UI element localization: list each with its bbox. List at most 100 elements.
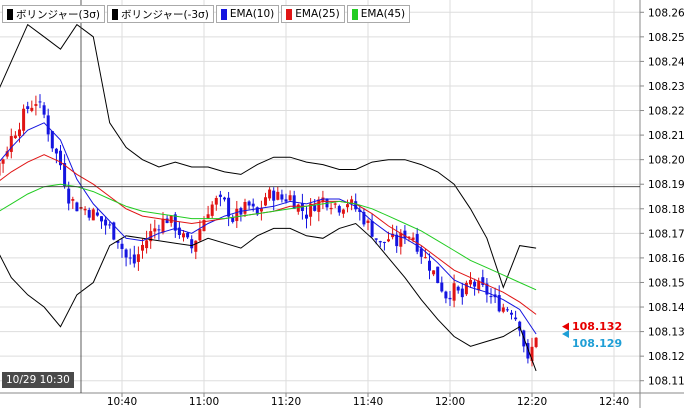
candle-body [71, 199, 75, 201]
candle-body [276, 191, 280, 200]
candle-body [214, 197, 218, 205]
candle-body [161, 218, 165, 233]
candle-body [387, 239, 390, 242]
y-tick-label: 108.20 [648, 155, 684, 167]
candle-body [370, 220, 374, 237]
candle-body [460, 288, 464, 298]
candle-body [456, 286, 460, 291]
x-tick-label: 12:00 [435, 396, 465, 408]
legend-item-bb-lower[interactable]: ボリンジャー(-3σ) [107, 5, 214, 23]
candle-body [120, 243, 124, 249]
candle-body [132, 254, 136, 264]
candle-body [280, 194, 284, 200]
candle-body [272, 190, 276, 201]
ema25-price-tag: 108.132 [572, 319, 623, 333]
candle-body [268, 189, 272, 199]
candle-body [206, 214, 210, 219]
candle-body [177, 227, 181, 235]
y-tick-label: 108.18 [648, 204, 684, 216]
legend-item-ema45[interactable]: EMA(45) [346, 5, 411, 23]
candle-body [510, 312, 513, 315]
candle-body [333, 203, 337, 205]
candle-body [91, 209, 95, 221]
candle-body [190, 239, 194, 249]
candle-body [124, 249, 128, 258]
candle-body [227, 197, 231, 217]
candle-body [251, 203, 255, 207]
candle-body [182, 233, 185, 238]
legend-swatch-ema45 [351, 8, 358, 20]
candle-body [403, 230, 407, 239]
y-tick-label: 108.24 [648, 56, 684, 68]
candle-body [108, 224, 112, 226]
legend: ボリンジャー(3σ) ボリンジャー(-3σ) EMA(10) EMA(25) E… [2, 5, 411, 23]
y-tick-label: 108.15 [648, 277, 684, 289]
candle-body [95, 212, 99, 216]
legend-label-bb-lower: ボリンジャー(-3σ) [121, 8, 209, 21]
candle-body [534, 337, 538, 347]
last-price-tag: 108.129 [572, 337, 623, 351]
candle-body [284, 199, 288, 202]
legend-item-ema10[interactable]: EMA(10) [215, 5, 280, 23]
candle-body [30, 107, 34, 111]
y-tick-label: 108.13 [648, 327, 684, 339]
legend-swatch-ema25 [286, 8, 293, 20]
y-tick-label: 108.25 [648, 32, 684, 44]
y-tick-label: 108.19 [648, 179, 684, 191]
y-tick-label: 108.21 [648, 130, 684, 142]
candle-body [13, 135, 17, 139]
candle-body [198, 229, 202, 241]
candle-body [136, 254, 140, 262]
candle-body [223, 197, 226, 200]
candle-body [423, 257, 427, 259]
candle-body [432, 270, 436, 275]
candle-body [83, 208, 87, 211]
y-tick-label: 108.16 [648, 253, 684, 265]
candle-body [399, 232, 403, 247]
candle-body [9, 136, 13, 152]
candle-body [210, 204, 214, 216]
x-tick-label: 11:20 [271, 396, 301, 408]
candle-body [378, 241, 382, 243]
legend-item-ema25[interactable]: EMA(25) [281, 5, 345, 23]
candle-body [169, 215, 173, 223]
candle-body [243, 201, 247, 214]
candle-body [128, 257, 132, 259]
y-tick-label: 108.26 [648, 7, 684, 19]
candle-body [54, 148, 58, 154]
y-tick-label: 108.14 [648, 302, 684, 314]
candle-body [501, 307, 505, 312]
candle-body [247, 201, 251, 206]
candle-body [444, 291, 448, 299]
candle-body [305, 214, 308, 219]
candle-body [288, 195, 292, 201]
candle-body [469, 279, 472, 285]
candle-body [46, 115, 50, 135]
legend-label-ema45: EMA(45) [360, 8, 406, 20]
candle-body [145, 240, 149, 249]
legend-swatch-bb-lower [112, 8, 119, 20]
candle-body [104, 219, 108, 226]
candle-body [218, 194, 222, 197]
candle-body [67, 188, 71, 204]
x-tick-label: 12:20 [517, 396, 547, 408]
plot-area [0, 0, 640, 393]
x-tick-label: 11:40 [353, 396, 383, 408]
candle-body [366, 220, 370, 223]
candle-body [505, 309, 509, 311]
candle-body [186, 232, 190, 238]
candle-body [346, 204, 349, 208]
candle-body [489, 296, 493, 298]
candle-body [436, 266, 440, 284]
y-tick-label: 108.11 [648, 376, 684, 388]
candle-body [473, 281, 477, 287]
candle-body [354, 201, 358, 210]
candle-body [0, 162, 1, 176]
candle-body [341, 209, 345, 214]
candle-body [514, 317, 518, 320]
legend-item-bb-upper[interactable]: ボリンジャー(3σ) [2, 5, 106, 23]
candle-body [153, 228, 157, 232]
candle-body [157, 229, 161, 231]
candle-body [141, 244, 144, 251]
candle-body [337, 206, 341, 213]
